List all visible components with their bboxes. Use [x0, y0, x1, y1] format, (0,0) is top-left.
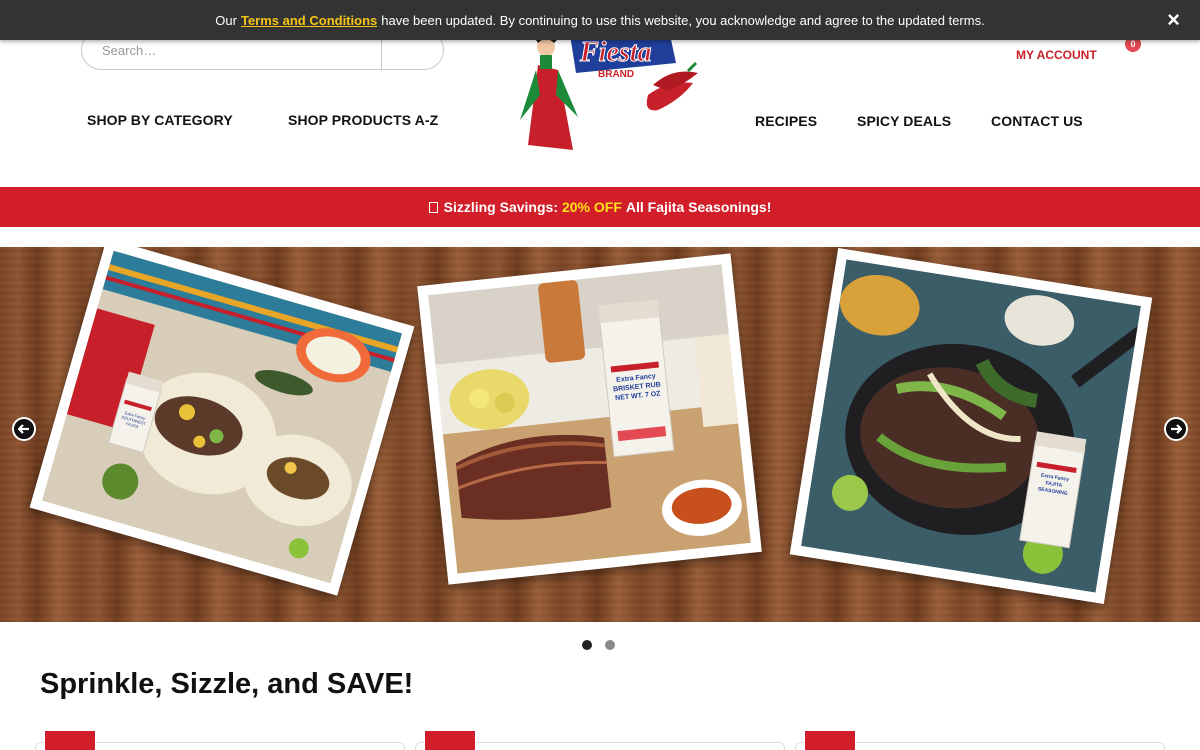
- hero-photo-brisket: Extra Fancy BRISKET RUB NET WT. 7 OZ: [417, 253, 762, 585]
- slider-dot-1[interactable]: [582, 640, 592, 650]
- my-account-link[interactable]: MY ACCOUNT: [1016, 48, 1097, 62]
- deal-tag: [425, 731, 475, 750]
- logo-sub: BRAND: [598, 69, 634, 80]
- fiesta-logo[interactable]: Fiesta BRAND: [498, 25, 704, 155]
- deal-card[interactable]: [795, 731, 1165, 750]
- nav-recipes[interactable]: RECIPES: [755, 113, 817, 129]
- promo-lead: Sizzling Savings:: [443, 199, 558, 215]
- arrow-left-icon[interactable]: [12, 417, 36, 441]
- slider-dots: [582, 640, 615, 650]
- notice-suffix: have been updated. By continuing to use …: [381, 12, 985, 28]
- nav-shop-by-category[interactable]: SHOP BY CATEGORY: [87, 112, 233, 128]
- fire-icon: [428, 201, 438, 213]
- promo-highlight: 20% OFF: [561, 199, 622, 215]
- nav-shop-products-a-z[interactable]: SHOP PRODUCTS A-Z: [288, 112, 438, 128]
- deal-tag: [805, 731, 855, 750]
- hero-photo-fajitas: Extra Fancy FAJITA SEASONING: [789, 248, 1153, 604]
- hero-photo-tacos: Extra Fancy SOUTHWEST FAJITA: [29, 247, 415, 596]
- promo-tail: All Fajita Seasonings!: [625, 199, 772, 215]
- section-title: Sprinkle, Sizzle, and SAVE!: [40, 668, 414, 700]
- deal-tag: [45, 731, 95, 750]
- hero-slider[interactable]: Extra Fancy SOUTHWEST FAJITA Extra Fancy…: [0, 247, 1200, 622]
- logo-text: Fiesta: [579, 37, 652, 68]
- arrow-right-icon[interactable]: [1164, 417, 1188, 441]
- nav-contact-us[interactable]: CONTACT US: [991, 113, 1083, 129]
- promo-banner[interactable]: Sizzling Savings: 20% OFF All Fajita Sea…: [0, 187, 1200, 227]
- slider-dot-2[interactable]: [605, 640, 615, 650]
- deal-card[interactable]: [415, 731, 785, 750]
- nav-spicy-deals[interactable]: SPICY DEALS: [857, 113, 951, 129]
- deal-card[interactable]: [35, 731, 405, 750]
- terms-notice-bar: Our Terms and Conditions have been updat…: [0, 0, 1200, 40]
- terms-link[interactable]: Terms and Conditions: [241, 13, 377, 28]
- close-icon[interactable]: ×: [1167, 9, 1180, 31]
- notice-prefix: Our: [215, 12, 237, 28]
- logo-graphic: Fiesta BRAND: [520, 25, 698, 150]
